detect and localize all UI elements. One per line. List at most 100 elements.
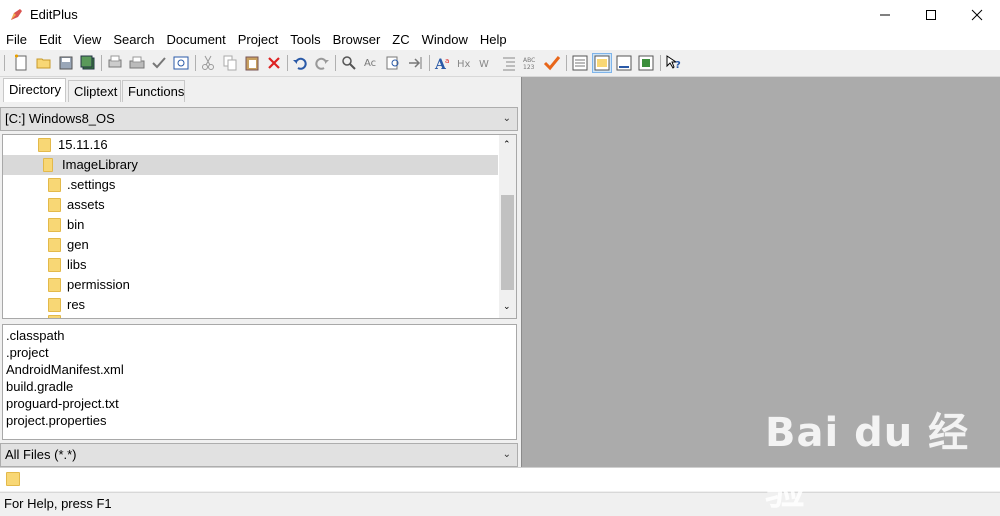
indent-icon[interactable] <box>500 54 518 72</box>
help-icon[interactable]: ? <box>665 54 683 72</box>
tree-item[interactable]: 15.11.16 <box>3 135 498 155</box>
menu-document[interactable]: Document <box>161 30 232 50</box>
title-bar: EditPlus <box>0 0 1000 30</box>
tree-item[interactable]: gen <box>3 235 498 255</box>
tree-item-label: assets <box>67 197 105 212</box>
folder-icon <box>38 138 51 152</box>
print-preview-icon[interactable] <box>106 54 124 72</box>
hex-icon[interactable]: Hx <box>456 54 474 72</box>
svg-text:a: a <box>445 57 449 65</box>
output-window-icon[interactable] <box>615 54 633 72</box>
tree-item-label: libs <box>67 257 87 272</box>
scrollbar-thumb[interactable] <box>501 195 514 290</box>
tree-item-selected[interactable]: ImageLibrary <box>3 155 498 175</box>
goto-icon[interactable] <box>406 54 424 72</box>
menu-help[interactable]: Help <box>474 30 513 50</box>
toolbar-separator <box>195 55 196 71</box>
paste-icon[interactable] <box>243 54 261 72</box>
window-title: EditPlus <box>30 7 78 22</box>
status-text: For Help, press F1 <box>4 496 112 511</box>
baidu-watermark-logo: Bai du 经验 <box>765 410 970 514</box>
check-icon[interactable] <box>543 54 561 72</box>
word-wrap-icon[interactable]: W <box>478 54 496 72</box>
svg-text:123: 123 <box>523 64 535 71</box>
undo-icon[interactable] <box>291 54 309 72</box>
tree-scrollbar[interactable]: ⌃ ⌄ <box>499 135 516 318</box>
file-item[interactable]: build.gradle <box>6 378 516 395</box>
folder-icon <box>48 238 61 252</box>
tree-item[interactable]: res <box>3 295 498 315</box>
menu-search[interactable]: Search <box>107 30 160 50</box>
tab-cliptext[interactable]: Cliptext <box>68 80 121 102</box>
tree-item[interactable]: libs <box>3 255 498 275</box>
find-in-files-icon[interactable] <box>384 54 402 72</box>
file-item[interactable]: .project <box>6 344 516 361</box>
maximize-button[interactable] <box>908 0 954 30</box>
replace-icon[interactable]: Ac <box>362 54 380 72</box>
tab-functions[interactable]: Functions <box>122 80 185 102</box>
tree-item[interactable]: assets <box>3 195 498 215</box>
toolbar: Ac Aa Hx W ABC 123 ? <box>0 51 1000 77</box>
folder-icon <box>48 258 61 272</box>
print-icon[interactable] <box>128 54 146 72</box>
directory-tree[interactable]: 15.11.16 ImageLibrary .settings assets b… <box>2 134 517 319</box>
tree-item[interactable]: bin <box>3 215 498 235</box>
menu-browser[interactable]: Browser <box>327 30 387 50</box>
menu-file[interactable]: File <box>0 30 33 50</box>
open-folder-icon <box>43 158 53 172</box>
close-icon <box>971 9 983 21</box>
menu-view[interactable]: View <box>67 30 107 50</box>
cut-icon[interactable] <box>199 54 217 72</box>
file-list[interactable]: .classpath .project AndroidManifest.xml … <box>2 324 517 440</box>
new-file-icon[interactable] <box>12 54 30 72</box>
browser-preview-icon[interactable] <box>172 54 190 72</box>
file-item[interactable]: proguard-project.txt <box>6 395 516 412</box>
find-icon[interactable] <box>340 54 358 72</box>
file-filter-select[interactable]: All Files (*.*) ⌄ <box>0 443 518 467</box>
toolbar-separator <box>429 55 430 71</box>
scroll-down-icon[interactable]: ⌄ <box>503 301 511 312</box>
folder-icon <box>48 315 61 318</box>
close-button[interactable] <box>954 0 1000 30</box>
toolbar-grip <box>4 55 5 71</box>
file-item[interactable]: project.properties <box>6 412 516 429</box>
minimize-button[interactable] <box>862 0 908 30</box>
toolbar-separator <box>287 55 288 71</box>
save-icon[interactable] <box>57 54 75 72</box>
tree-item-label: ImageLibrary <box>62 157 138 172</box>
tree-item-label: 15.11.16 <box>58 137 108 152</box>
tree-item[interactable]: .settings <box>3 175 498 195</box>
redo-icon[interactable] <box>313 54 331 72</box>
drive-select-value: [C:] Windows8_OS <box>5 111 115 126</box>
svg-text:W: W <box>479 59 489 70</box>
menu-project[interactable]: Project <box>232 30 284 50</box>
menu-tools[interactable]: Tools <box>284 30 326 50</box>
column-icon[interactable]: ABC123 <box>522 54 540 72</box>
folder-icon[interactable] <box>6 472 20 486</box>
svg-text:?: ? <box>675 60 681 71</box>
save-all-icon[interactable] <box>79 54 97 72</box>
menu-zc[interactable]: ZC <box>386 30 415 50</box>
delete-icon[interactable] <box>265 54 283 72</box>
directory-window-icon[interactable] <box>571 54 589 72</box>
toolbar-separator <box>566 55 567 71</box>
copy-icon[interactable] <box>221 54 239 72</box>
drive-select[interactable]: [C:] Windows8_OS ⌄ <box>0 107 518 131</box>
svg-text:Ac: Ac <box>364 58 376 69</box>
open-icon[interactable] <box>35 54 53 72</box>
menu-window[interactable]: Window <box>416 30 474 50</box>
scroll-up-icon[interactable]: ⌃ <box>503 139 511 150</box>
font-icon[interactable]: Aa <box>434 54 452 72</box>
spellcheck-icon[interactable] <box>150 54 168 72</box>
menu-edit[interactable]: Edit <box>33 30 67 50</box>
tab-directory[interactable]: Directory <box>3 78 66 102</box>
tree-item[interactable]: permission <box>3 275 498 295</box>
full-screen-icon[interactable] <box>637 54 655 72</box>
toolbar-separator <box>101 55 102 71</box>
cliptext-window-icon[interactable] <box>592 53 612 73</box>
toolbar-separator <box>660 55 661 71</box>
file-item[interactable]: .classpath <box>6 327 516 344</box>
tree-item-label: .settings <box>67 177 116 192</box>
chevron-down-icon: ⌄ <box>502 449 511 460</box>
file-item[interactable]: AndroidManifest.xml <box>6 361 516 378</box>
